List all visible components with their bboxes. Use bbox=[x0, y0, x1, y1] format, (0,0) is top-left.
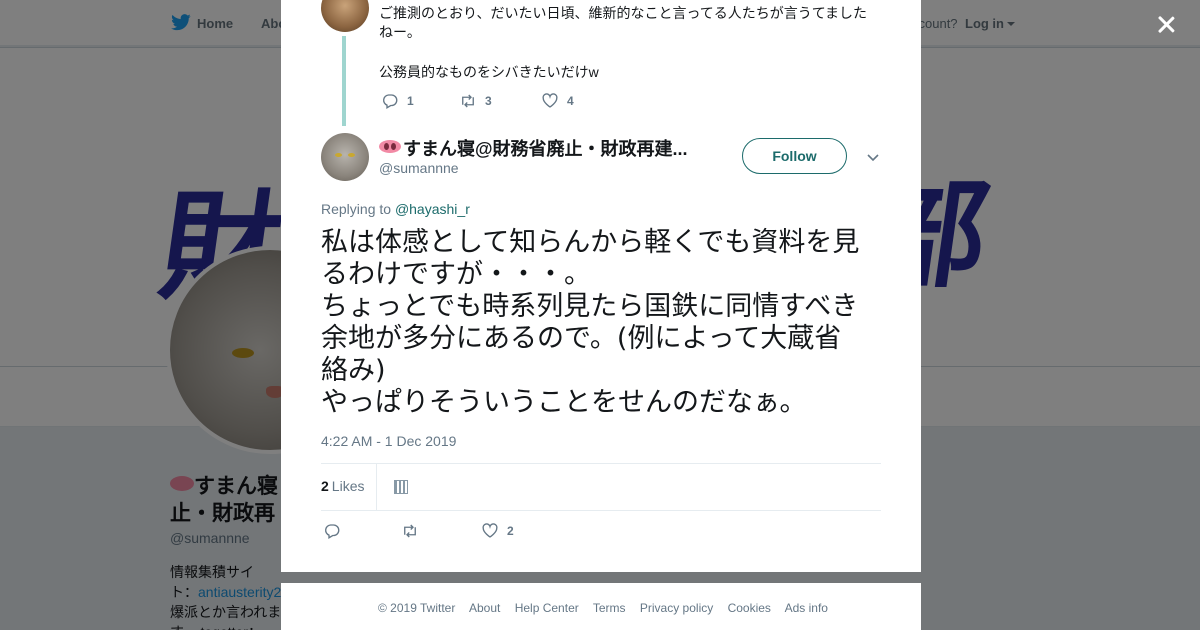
replying-to-handle[interactable]: @hayashi_r bbox=[395, 201, 470, 217]
heart-icon bbox=[542, 93, 558, 108]
author-name[interactable]: すまん寝@財務省廃止・財政再建... bbox=[379, 135, 699, 161]
follow-button[interactable]: Follow bbox=[742, 138, 847, 174]
like-button[interactable]: 4 bbox=[541, 92, 574, 110]
tweet-modal: ご推測のとおり、だいたい日頃、維新的なこと言ってる人たちが言うてました ねー。 … bbox=[281, 0, 921, 572]
tweet-timestamp[interactable]: 4:22 AM - 1 Dec 2019 bbox=[321, 433, 456, 449]
footer-cookies[interactable]: Cookies bbox=[728, 601, 771, 615]
reply-icon bbox=[383, 94, 398, 109]
footer-privacy[interactable]: Privacy policy bbox=[640, 601, 713, 615]
footer-about[interactable]: About bbox=[469, 601, 500, 615]
parent-tweet-text: ご推測のとおり、だいたい日頃、維新的なこと言ってる人たちが言うてました ねー。 bbox=[379, 5, 868, 40]
reply-icon bbox=[325, 524, 340, 539]
stats-divider bbox=[376, 464, 377, 510]
parent-tweet-text-2: 公務員的なものをシバきたいだけw bbox=[379, 64, 599, 80]
retweet-icon bbox=[462, 94, 474, 108]
heart-icon bbox=[482, 523, 498, 538]
close-icon[interactable] bbox=[1152, 10, 1180, 38]
reply-button[interactable]: 1 bbox=[381, 92, 414, 110]
tweet-text: 私は体感として知らんから軽くでも資料を見 るわけですが・・・。 ちょっとでも時系… bbox=[321, 227, 860, 418]
parent-avatar[interactable] bbox=[321, 0, 369, 32]
thread-line bbox=[342, 36, 346, 126]
author-avatar[interactable] bbox=[321, 133, 369, 181]
replying-to: Replying to @hayashi_r bbox=[321, 201, 470, 217]
modal-footer: © 2019 Twitter About Help Center Terms P… bbox=[281, 583, 921, 630]
footer-ads-info[interactable]: Ads info bbox=[785, 601, 828, 615]
likes-count[interactable]: 2 Likes bbox=[321, 478, 364, 494]
author-handle[interactable]: @sumannne bbox=[379, 160, 459, 176]
retweet-icon bbox=[404, 524, 416, 538]
footer-terms[interactable]: Terms bbox=[593, 601, 626, 615]
pig-emoji-icon bbox=[379, 140, 401, 153]
liker-avatar[interactable] bbox=[394, 480, 408, 494]
tweet-stats: 2 Likes bbox=[321, 463, 881, 511]
chevron-down-icon[interactable] bbox=[865, 150, 881, 164]
footer-help-center[interactable]: Help Center bbox=[515, 601, 579, 615]
footer-copyright: © 2019 Twitter bbox=[378, 601, 456, 615]
retweet-button[interactable] bbox=[401, 522, 427, 540]
like-button[interactable]: 2 bbox=[481, 522, 514, 540]
retweet-button[interactable]: 3 bbox=[459, 92, 492, 110]
reply-button[interactable] bbox=[323, 522, 349, 540]
